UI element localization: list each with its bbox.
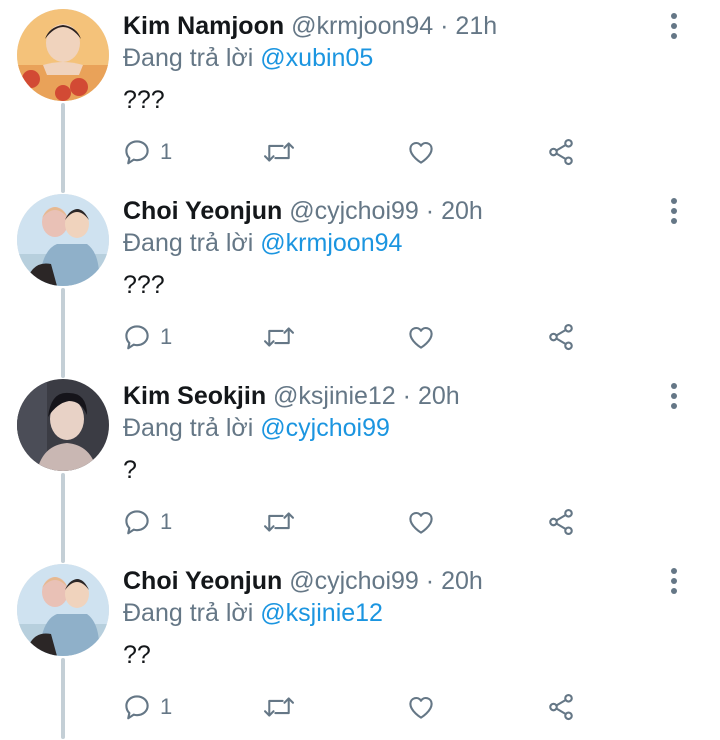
retweet-icon (264, 327, 294, 347)
tweet-header: Choi Yeonjun @cyjchoi99 · 20h (123, 195, 483, 227)
reply-icon (125, 695, 149, 720)
reply-icon (125, 325, 149, 350)
tweet-text: ? (123, 456, 137, 484)
reply-button[interactable]: 1 (122, 502, 172, 542)
tweet-actions: 1 (0, 502, 720, 542)
avatar[interactable] (17, 194, 109, 286)
share-icon (549, 693, 573, 721)
timestamp[interactable]: 20h (441, 197, 483, 225)
mention-link[interactable]: @xubin05 (260, 44, 373, 72)
replying-to-label: Đang trả lời (123, 414, 254, 442)
tweet[interactable]: Choi Yeonjun @cyjchoi99 · 20h Đang trả l… (0, 185, 720, 370)
tweet[interactable]: Choi Yeonjun @cyjchoi99 · 20h Đang trả l… (0, 555, 720, 740)
reply-count: 1 (160, 694, 173, 719)
like-button[interactable] (406, 317, 436, 357)
like-button[interactable] (406, 132, 436, 172)
reply-icon (125, 510, 149, 535)
separator-dot: · (402, 382, 411, 410)
timestamp[interactable]: 20h (418, 382, 460, 410)
mention-link[interactable]: @ksjinie12 (260, 599, 383, 627)
separator-dot: · (440, 12, 449, 40)
more-vertical-icon[interactable] (660, 10, 688, 42)
more-vertical-icon[interactable] (660, 380, 688, 412)
like-button[interactable] (406, 502, 436, 542)
mention-link[interactable]: @krmjoon94 (260, 229, 402, 257)
reply-count: 1 (160, 509, 173, 534)
replying-to-label: Đang trả lời (123, 599, 254, 627)
tweet-text: ?? (123, 641, 151, 669)
replying-to-label: Đang trả lời (123, 229, 254, 257)
reply-count: 1 (160, 139, 173, 164)
tweet-actions: 1 (0, 687, 720, 727)
timestamp[interactable]: 21h (455, 12, 497, 40)
reply-button[interactable]: 1 (122, 317, 172, 357)
share-icon (549, 138, 573, 166)
share-button[interactable] (546, 317, 576, 357)
avatar[interactable] (17, 564, 109, 656)
more-vertical-icon[interactable] (660, 565, 688, 597)
like-icon (409, 326, 433, 349)
reply-count: 1 (160, 324, 173, 349)
tweet-header: Kim Namjoon @krmjoon94 · 21h (123, 10, 497, 42)
tweet-thread: Kim Namjoon @krmjoon94 · 21h Đang trả lờ… (0, 0, 720, 739)
replying-to: Đang trả lời @xubin05 (123, 42, 373, 74)
display-name[interactable]: Choi Yeonjun (123, 197, 282, 225)
tweet-text: ??? (123, 86, 165, 114)
replying-to: Đang trả lời @cyjchoi99 (123, 412, 390, 444)
mention-link[interactable]: @cyjchoi99 (260, 414, 390, 442)
retweet-button[interactable] (262, 687, 296, 727)
separator-dot: · (425, 197, 435, 225)
separator-dot: · (425, 567, 435, 595)
tweet[interactable]: Kim Seokjin @ksjinie12 · 20h Đang trả lờ… (0, 370, 720, 555)
share-button[interactable] (546, 687, 576, 727)
retweet-button[interactable] (262, 132, 296, 172)
tweet-header: Choi Yeonjun @cyjchoi99 · 20h (123, 565, 483, 597)
replying-to: Đang trả lời @ksjinie12 (123, 597, 383, 629)
retweet-icon (264, 697, 294, 717)
retweet-button[interactable] (262, 317, 296, 357)
tweet-actions: 1 (0, 132, 720, 172)
reply-icon (125, 140, 149, 165)
share-icon (549, 323, 573, 351)
display-name[interactable]: Kim Seokjin (123, 382, 266, 410)
reply-button[interactable]: 1 (122, 132, 172, 172)
retweet-button[interactable] (262, 502, 296, 542)
share-icon (549, 508, 573, 536)
like-icon (409, 511, 433, 534)
like-icon (409, 696, 433, 719)
more-vertical-icon[interactable] (660, 195, 688, 227)
retweet-icon (264, 512, 294, 532)
retweet-icon (264, 142, 294, 162)
replying-to-label: Đang trả lời (123, 44, 254, 72)
replying-to: Đang trả lời @krmjoon94 (123, 227, 402, 259)
tweet-actions: 1 (0, 317, 720, 357)
timestamp[interactable]: 20h (441, 567, 483, 595)
like-icon (409, 141, 433, 164)
tweet[interactable]: Kim Namjoon @krmjoon94 · 21h Đang trả lờ… (0, 0, 720, 185)
user-handle[interactable]: @ksjinie12 (273, 382, 396, 410)
user-handle[interactable]: @krmjoon94 (291, 12, 433, 40)
tweet-text: ??? (123, 271, 165, 299)
reply-button[interactable]: 1 (122, 687, 172, 727)
user-handle[interactable]: @cyjchoi99 (289, 197, 419, 225)
tweet-header: Kim Seokjin @ksjinie12 · 20h (123, 380, 460, 412)
share-button[interactable] (546, 502, 576, 542)
avatar[interactable] (17, 9, 109, 101)
user-handle[interactable]: @cyjchoi99 (289, 567, 419, 595)
display-name[interactable]: Choi Yeonjun (123, 567, 282, 595)
like-button[interactable] (406, 687, 436, 727)
avatar[interactable] (17, 379, 109, 471)
share-button[interactable] (546, 132, 576, 172)
display-name[interactable]: Kim Namjoon (123, 12, 284, 40)
